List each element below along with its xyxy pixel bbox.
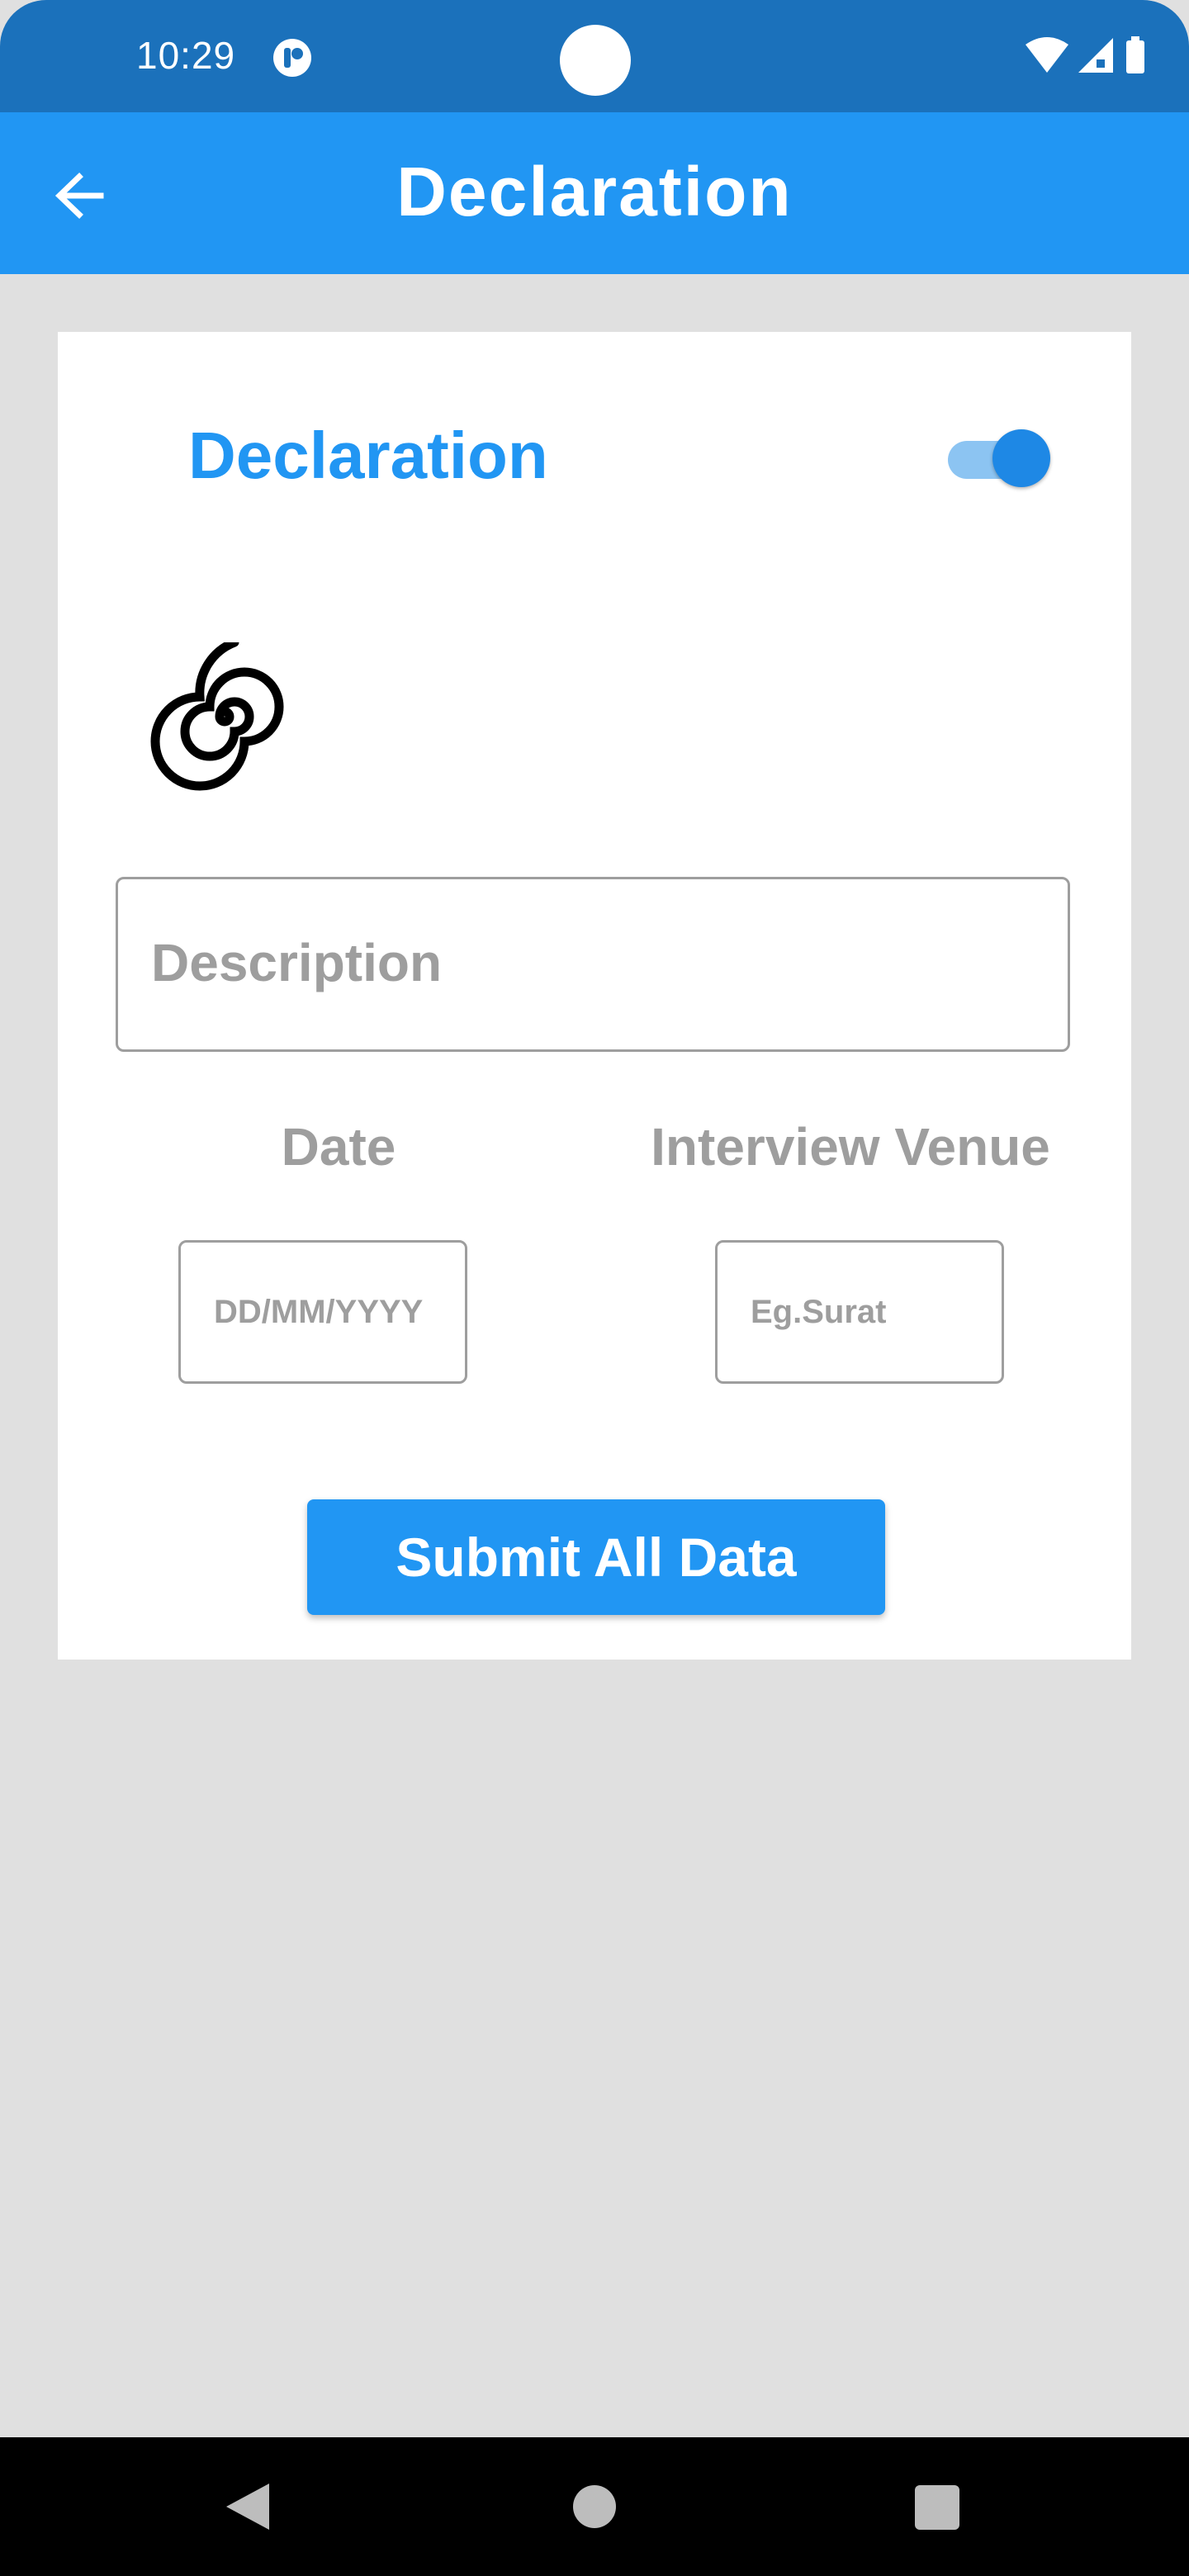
battery-icon (1126, 36, 1144, 73)
date-label: Date (281, 1117, 396, 1177)
cellular-signal-icon (1078, 38, 1113, 73)
status-bar: 10:29 (0, 0, 1189, 112)
spiral-icon (150, 642, 284, 791)
venue-field[interactable]: Eg.Surat (715, 1240, 1004, 1384)
description-placeholder: Description (151, 933, 443, 992)
declaration-card: Declaration Description Date Interview V… (58, 332, 1131, 1660)
app-bar: Declaration (0, 112, 1189, 274)
declaration-toggle[interactable] (941, 429, 1054, 489)
venue-placeholder: Eg.Surat (751, 1294, 887, 1330)
venue-label: Interview Venue (651, 1117, 1050, 1177)
navigation-bar (0, 2437, 1189, 2576)
toggle-thumb (992, 429, 1050, 487)
nav-home-icon[interactable] (573, 2485, 616, 2528)
nav-recents-icon[interactable] (915, 2485, 959, 2530)
description-field[interactable]: Description (116, 877, 1070, 1052)
card-title: Declaration (188, 419, 548, 492)
status-icons (1026, 36, 1144, 73)
date-placeholder: DD/MM/YYYY (214, 1294, 424, 1330)
app-notification-icon (273, 39, 311, 77)
nav-back-icon[interactable] (223, 2480, 272, 2533)
app-bar-title: Declaration (396, 153, 793, 230)
submit-all-data-button[interactable]: Submit All Data (307, 1499, 885, 1615)
camera-cutout (560, 25, 631, 96)
status-time: 10:29 (136, 34, 236, 77)
date-field[interactable]: DD/MM/YYYY (178, 1240, 467, 1384)
wifi-icon (1026, 37, 1068, 73)
